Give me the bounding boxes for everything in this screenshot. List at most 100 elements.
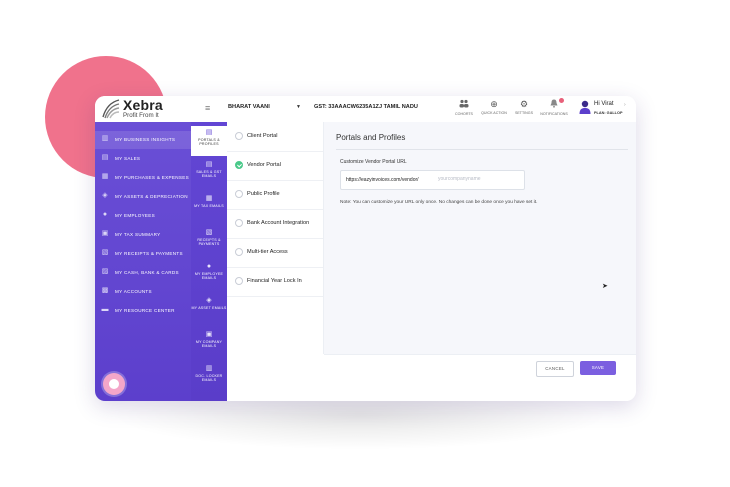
- settings-item-public-profile[interactable]: Public Profile: [227, 180, 323, 210]
- company-name-input[interactable]: [438, 174, 518, 184]
- chart-icon: ▥: [101, 135, 109, 142]
- sidebar-item-sales[interactable]: ▤ MY SALES: [95, 150, 191, 168]
- gear-icon: ⚙: [519, 99, 529, 109]
- sidebar-item-label: MY PURCHASES & EXPENSES: [115, 175, 189, 180]
- sidebar-item-resource-center[interactable]: ▬ MY RESOURCE CENTER: [95, 302, 191, 320]
- sidebar-item-label: MY ACCOUNTS: [115, 289, 152, 294]
- payment-icon: ▧: [205, 229, 213, 236]
- employee-icon: ●: [206, 263, 212, 270]
- settings-item-client-portal[interactable]: Client Portal: [227, 122, 323, 152]
- plus-circle-icon: ⊕: [490, 99, 498, 109]
- settings-item-label: Vendor Portal: [247, 162, 281, 168]
- subnav-item-label: MY TAX EMAILS: [194, 204, 224, 208]
- logo-tagline: Profit From It: [123, 112, 159, 119]
- radio-icon: [235, 277, 243, 285]
- settings-item-label: Bank Account Integration: [247, 220, 310, 226]
- radio-icon: [235, 132, 243, 140]
- logo-name: Xebra: [123, 97, 163, 113]
- sidebar: ▥ MY BUSINESS INSIGHTS ▤ MY SALES ▦ MY P…: [95, 122, 191, 401]
- cohorts-label: COHORTS: [455, 112, 473, 116]
- url-field-label: Customize Vendor Portal URL: [340, 159, 407, 165]
- sidebar-item-tax-summary[interactable]: ▣ MY TAX SUMMARY: [95, 226, 191, 244]
- subnav-item-sales-gst-emails[interactable]: ▤ SALES & GST EMAILS: [191, 160, 227, 179]
- sidebar-item-employees[interactable]: ● MY EMPLOYEES: [95, 207, 191, 225]
- sidebar-item-label: MY CASH, BANK & CARDS: [115, 270, 179, 275]
- settings-item-label: Financial Year Lock In: [247, 278, 302, 284]
- chat-icon: [109, 379, 119, 389]
- radio-icon: [235, 248, 243, 256]
- sidebar-item-label: MY RECEIPTS & PAYMENTS: [115, 251, 183, 256]
- notification-badge: [559, 98, 564, 103]
- ledger-icon: ▩: [101, 287, 109, 294]
- sidebar-item-label: MY ASSETS & DEPRECIATION: [115, 194, 188, 199]
- document-icon: ▣: [101, 230, 109, 237]
- url-prefix: https://eazyinvoices.com/vendor/: [346, 177, 419, 183]
- settings-item-bank-integration[interactable]: Bank Account Integration: [227, 209, 323, 239]
- radio-icon: [235, 190, 243, 198]
- sidebar-item-label: MY EMPLOYEES: [115, 213, 156, 218]
- settings-list: Client Portal Vendor Portal Public Profi…: [227, 122, 324, 354]
- user-greeting: Hi Virat: [594, 101, 614, 107]
- sidebar-item-label: MY RESOURCE CENTER: [115, 308, 175, 313]
- settings-button[interactable]: ⚙ SETTINGS: [507, 99, 541, 115]
- avatar: [579, 100, 591, 114]
- receipt-icon: ▤: [101, 154, 109, 161]
- subnav-item-label: MY COMPANY EMAILS: [195, 340, 223, 349]
- subnav-item-portals[interactable]: ▤ PORTALS & PROFILES: [191, 126, 227, 156]
- chevron-right-icon: ›: [624, 102, 626, 108]
- menu-toggle-icon[interactable]: ≡: [205, 104, 210, 113]
- vendor-url-field[interactable]: https://eazyinvoices.com/vendor/: [340, 170, 525, 190]
- subnav-item-label: MY ASSET EMAILS: [191, 306, 227, 310]
- subnav-item-tax-emails[interactable]: ▦ MY TAX EMAILS: [191, 194, 227, 208]
- subnav-item-employee-emails[interactable]: ● MY EMPLOYEE EMAILS: [191, 262, 227, 281]
- chat-button[interactable]: [103, 373, 125, 395]
- notifications-label: NOTIFICATIONS: [540, 112, 568, 116]
- user-plan: PLAN: GALLOP: [594, 111, 623, 115]
- subnav-item-label: MY EMPLOYEE EMAILS: [194, 272, 224, 281]
- book-icon: ▬: [101, 306, 109, 313]
- settings-label: SETTINGS: [515, 111, 533, 115]
- sidebar-item-receipts-payments[interactable]: ▧ MY RECEIPTS & PAYMENTS: [95, 245, 191, 263]
- cohorts-button[interactable]: COHORTS: [447, 99, 481, 116]
- subnav-item-doc-locker[interactable]: ▥ DOC. LOCKER EMAILS: [191, 364, 227, 383]
- main-content: Portals and Profiles Customize Vendor Po…: [324, 122, 636, 354]
- sidebar-item-accounts[interactable]: ▩ MY ACCOUNTS: [95, 283, 191, 301]
- notifications-button[interactable]: NOTIFICATIONS: [537, 98, 571, 116]
- subnav-item-asset-emails[interactable]: ◈ MY ASSET EMAILS: [191, 296, 227, 310]
- sidebar-item-cash-bank[interactable]: ▨ MY CASH, BANK & CARDS: [95, 264, 191, 282]
- chevron-down-icon[interactable]: ▼: [296, 104, 301, 110]
- settings-list-footer: [227, 354, 324, 401]
- company-icon: ▣: [205, 331, 213, 338]
- sidebar-item-label: MY SALES: [115, 156, 141, 161]
- sidebar-item-assets[interactable]: ◈ MY ASSETS & DEPRECIATION: [95, 188, 191, 206]
- quick-action-button[interactable]: ⊕ QUICK ACTION: [477, 99, 511, 115]
- radio-icon: [235, 219, 243, 227]
- sidebar-item-purchases[interactable]: ▦ MY PURCHASES & EXPENSES: [95, 169, 191, 187]
- mouse-cursor-icon: ➤: [602, 283, 608, 290]
- sidebar-item-label: MY BUSINESS INSIGHTS: [115, 137, 176, 142]
- portal-icon: ▤: [205, 129, 213, 136]
- sidebar-item-label: MY TAX SUMMARY: [115, 232, 161, 237]
- user-menu[interactable]: Hi Virat PLAN: GALLOP ›: [579, 99, 633, 119]
- mail-icon: ▤: [205, 161, 213, 168]
- settings-item-label: Client Portal: [247, 133, 278, 139]
- save-button[interactable]: SAVE: [580, 361, 616, 375]
- tax-mail-icon: ▦: [205, 195, 213, 202]
- settings-item-multi-tier[interactable]: Multi-tier Access: [227, 238, 323, 268]
- sidebar-item-business-insights[interactable]: ▥ MY BUSINESS INSIGHTS: [95, 131, 191, 149]
- cart-icon: ▦: [101, 173, 109, 180]
- company-selector[interactable]: BHARAT VAANI: [228, 104, 270, 110]
- quick-action-label: QUICK ACTION: [481, 111, 507, 115]
- asset-mail-icon: ◈: [206, 297, 212, 304]
- cancel-button[interactable]: CANCEL: [536, 361, 574, 377]
- check-circle-icon: [235, 161, 243, 169]
- logo[interactable]: Xebra Profit From It: [101, 97, 181, 121]
- bank-icon: ▨: [101, 268, 109, 275]
- subnav-item-receipts-payments[interactable]: ▧ RECEIPTS & PAYMENTS: [191, 228, 227, 247]
- locker-icon: ▥: [205, 365, 213, 372]
- subnav-item-company-emails[interactable]: ▣ MY COMPANY EMAILS: [191, 330, 227, 349]
- settings-item-vendor-portal[interactable]: Vendor Portal: [227, 151, 323, 181]
- divider: [336, 149, 628, 150]
- settings-item-fy-lock[interactable]: Financial Year Lock In: [227, 267, 323, 297]
- subnav-item-label: DOC. LOCKER EMAILS: [195, 374, 223, 383]
